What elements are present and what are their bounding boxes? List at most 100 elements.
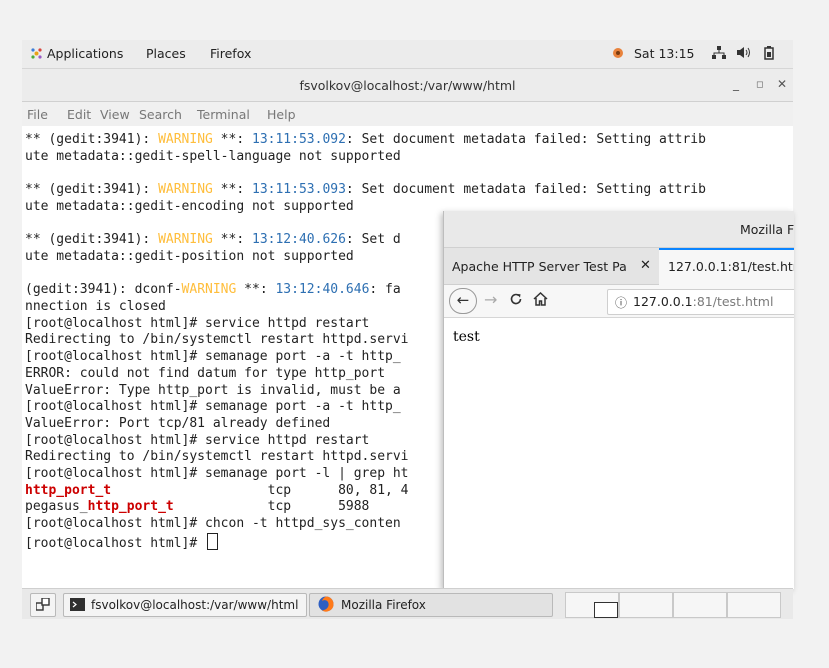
- terminal-text: Redirecting to /bin/systemctl restart ht…: [25, 449, 409, 465]
- notification-icon[interactable]: [612, 46, 624, 61]
- terminal-line: ** (gedit:3941): WARNING **: 13:11:53.09…: [25, 182, 706, 199]
- firefox-window: Mozilla F Apache HTTP Server Test Pa ✕ 1…: [443, 211, 794, 589]
- terminal-text: [root@localhost html]#: [25, 535, 206, 551]
- tab-label: 127.0.0.1:81/test.htm: [668, 259, 794, 274]
- terminal-text: WARNING: [158, 132, 213, 147]
- tab-label: Apache HTTP Server Test Pa: [452, 259, 627, 274]
- terminal-text: **:: [212, 232, 252, 248]
- terminal-text: [root@localhost html]# chcon -t httpd_sy…: [25, 516, 401, 532]
- terminal-text: pegasus_: [25, 499, 88, 515]
- places-menu[interactable]: Places: [146, 46, 186, 61]
- terminal-cursor: [207, 532, 219, 550]
- taskbar-firefox[interactable]: Mozilla Firefox: [309, 593, 553, 617]
- menu-view[interactable]: View: [100, 107, 130, 122]
- terminal-text: WARNING: [158, 182, 213, 198]
- workspace-1[interactable]: [565, 592, 619, 618]
- terminal-text: 13:11:53.092: [252, 132, 346, 147]
- show-desktop-button[interactable]: [30, 593, 56, 617]
- page-text: test: [453, 329, 480, 345]
- terminal-text: (gedit:3941): dconf-: [25, 282, 182, 298]
- terminal-text: ValueError: Type http_port is invalid, m…: [25, 382, 401, 398]
- terminal-text: **:: [212, 132, 252, 147]
- terminal-text: ** (gedit:3941):: [25, 182, 159, 198]
- terminal-text: [root@localhost html]# semanage port -a …: [25, 349, 401, 365]
- terminal-text: 13:11:53.093: [252, 182, 346, 198]
- terminal-text: : Set d: [345, 232, 401, 248]
- terminal-text: ERROR: could not find datum for type htt…: [25, 365, 386, 381]
- terminal-text: ute metadata::gedit-encoding not support…: [25, 198, 354, 214]
- network-icon[interactable]: [712, 46, 726, 62]
- terminal-text: WARNING: [181, 282, 237, 298]
- applications-menu[interactable]: Applications: [30, 46, 123, 61]
- workspace-4[interactable]: [727, 592, 781, 618]
- terminal-text: ute metadata::gedit-spell-language not s…: [25, 148, 401, 164]
- terminal-text: http_port_t: [25, 482, 112, 498]
- terminal-line: ** (gedit:3941): WARNING **: 13:11:53.09…: [25, 132, 706, 149]
- firefox-title: Mozilla F: [740, 222, 794, 237]
- taskbar: fsvolkov@localhost:/var/www/html Mozilla…: [22, 588, 793, 619]
- workspace-window-preview: [594, 602, 618, 618]
- terminal-text: [root@localhost html]# semanage port -a …: [25, 399, 401, 415]
- tab-apache-test[interactable]: Apache HTTP Server Test Pa ✕: [444, 248, 658, 284]
- terminal-menubar: File Edit View Search Terminal Help: [22, 102, 793, 126]
- minimize-icon[interactable]: _: [733, 77, 739, 91]
- terminal-text: : fa: [369, 282, 401, 298]
- maximize-icon[interactable]: ◻: [756, 80, 763, 90]
- taskbar-terminal[interactable]: fsvolkov@localhost:/var/www/html: [63, 593, 307, 617]
- power-icon[interactable]: [764, 46, 776, 63]
- tab-strip: Apache HTTP Server Test Pa ✕ 127.0.0.1:8…: [444, 248, 794, 286]
- close-icon[interactable]: ✕: [777, 77, 787, 91]
- terminal-text: : Set document metadata failed: Setting …: [345, 182, 706, 198]
- back-button[interactable]: ←: [449, 288, 477, 314]
- clock[interactable]: Sat 13:15: [634, 46, 695, 61]
- url-host: 127.0.0.1: [633, 294, 693, 309]
- url-bar[interactable]: ⓘ 127.0.0.1:81/test.html: [607, 289, 794, 315]
- taskbar-firefox-label: Mozilla Firefox: [341, 598, 426, 612]
- url-text: 127.0.0.1:81/test.html: [633, 294, 773, 309]
- terminal-icon: [70, 598, 85, 611]
- menu-help[interactable]: Help: [267, 107, 296, 122]
- top-bar: Applications Places Firefox Sat 13:15: [22, 40, 793, 69]
- page-content: test: [444, 318, 794, 589]
- workspace-3[interactable]: [673, 592, 727, 618]
- tab-test-html[interactable]: 127.0.0.1:81/test.htm: [659, 248, 794, 286]
- workspace-2[interactable]: [619, 592, 673, 618]
- terminal-text: 13:12:40.646: [275, 282, 370, 298]
- firefox-menu[interactable]: Firefox: [210, 46, 251, 61]
- navigation-toolbar: ← → ⓘ 127.0.0.1:81/test.html: [444, 285, 794, 318]
- terminal-titlebar[interactable]: fsvolkov@localhost:/var/www/html _ ◻ ✕: [22, 69, 793, 102]
- menu-terminal[interactable]: Terminal: [197, 107, 250, 122]
- terminal-text: ute metadata::gedit-position not support…: [25, 248, 354, 264]
- window-list-icon: [36, 598, 50, 611]
- terminal-text: ValueError: Port tcp/81 already defined: [25, 415, 331, 431]
- terminal-text: nnection is closed: [25, 299, 166, 315]
- reload-icon[interactable]: [509, 291, 523, 310]
- info-icon[interactable]: ⓘ: [615, 294, 627, 311]
- volume-icon[interactable]: [736, 46, 752, 62]
- terminal-text: tcp 80, 81, 4: [111, 482, 409, 498]
- url-path: :81/test.html: [692, 294, 774, 309]
- menu-edit[interactable]: Edit: [67, 107, 91, 122]
- applications-label: Applications: [46, 46, 124, 61]
- terminal-text: : Set document metadata failed: Setting …: [345, 132, 706, 147]
- terminal-text: **:: [212, 182, 252, 198]
- terminal-text: ** (gedit:3941):: [25, 132, 159, 147]
- taskbar-terminal-label: fsvolkov@localhost:/var/www/html: [91, 598, 299, 612]
- terminal-line: ute metadata::gedit-spell-language not s…: [25, 149, 706, 166]
- terminal-text: WARNING: [158, 232, 213, 248]
- terminal-text: [root@localhost html]# semanage port -l …: [25, 466, 409, 482]
- terminal-text: http_port_t: [87, 499, 174, 515]
- terminal-title: fsvolkov@localhost:/var/www/html: [299, 78, 516, 93]
- menu-file[interactable]: File: [27, 107, 48, 122]
- menu-search[interactable]: Search: [139, 107, 182, 122]
- terminal-text: Redirecting to /bin/systemctl restart ht…: [25, 332, 409, 348]
- terminal-text: [root@localhost html]# service httpd res…: [25, 315, 370, 331]
- close-tab-icon[interactable]: ✕: [640, 258, 651, 273]
- home-icon[interactable]: [533, 291, 548, 310]
- terminal-text: ** (gedit:3941):: [25, 232, 159, 248]
- forward-button[interactable]: →: [484, 290, 497, 309]
- terminal-text: tcp 5988: [173, 499, 370, 515]
- firefox-titlebar[interactable]: Mozilla F: [444, 211, 794, 248]
- applications-icon: [31, 48, 42, 59]
